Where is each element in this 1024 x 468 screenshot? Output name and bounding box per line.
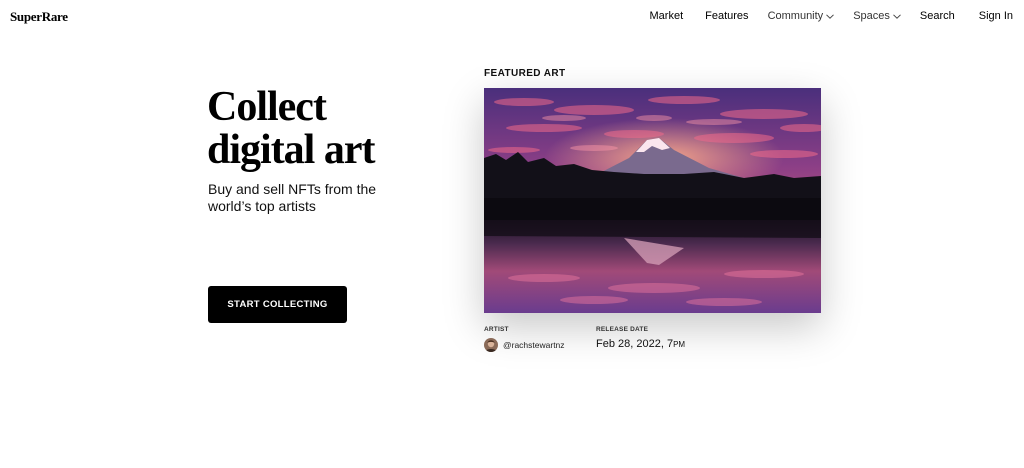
chevron-down-icon <box>893 10 901 22</box>
nav-spaces-dropdown[interactable]: Spaces <box>853 10 901 22</box>
release-date-suffix: PM <box>673 340 686 349</box>
nav-sign-in[interactable]: Sign In <box>979 10 1013 22</box>
artwork-image <box>484 88 821 313</box>
nav-features[interactable]: Features <box>705 10 748 22</box>
superrare-logo[interactable]: SuperRare <box>10 9 68 25</box>
nav-search-label: Search <box>919 10 955 22</box>
artist-label: ARTIST <box>484 326 509 333</box>
release-date-label: RELEASE DATE <box>596 326 649 333</box>
top-navigation: SuperRare Market Features Community Spac… <box>0 0 1024 34</box>
nav-community-label: Community <box>767 10 824 22</box>
artist-avatar[interactable] <box>484 338 498 352</box>
release-date-value: Feb 28, 2022, 7PM <box>596 338 685 350</box>
nav-community-dropdown[interactable]: Community <box>768 10 835 22</box>
featured-artwork[interactable] <box>484 88 821 313</box>
nav-sign-in-label: Sign In <box>978 10 1013 22</box>
featured-art-label: FEATURED ART <box>484 68 566 79</box>
start-collecting-button[interactable]: START COLLECTING <box>208 286 347 323</box>
hero-title-line2: digital art <box>207 127 375 173</box>
nav-menu: Market Features Community Spaces Search … <box>650 10 1013 22</box>
nav-market[interactable]: Market <box>650 10 684 22</box>
avatar-image <box>484 338 498 352</box>
nav-features-label: Features <box>705 10 749 22</box>
hero-title-line1: Collect <box>207 84 327 130</box>
chevron-down-icon <box>826 10 835 22</box>
nav-search[interactable]: Search <box>920 10 955 22</box>
hero-subtitle: Buy and sell NFTs from the world’s top a… <box>208 181 377 214</box>
nav-spaces-label: Spaces <box>853 10 890 22</box>
nav-market-label: Market <box>649 10 684 22</box>
release-date-text: Feb 28, 2022, 7 <box>596 338 674 350</box>
hero-title: Collect digital art <box>207 86 427 172</box>
artist-handle-link[interactable]: @rachstewartnz <box>503 340 565 350</box>
